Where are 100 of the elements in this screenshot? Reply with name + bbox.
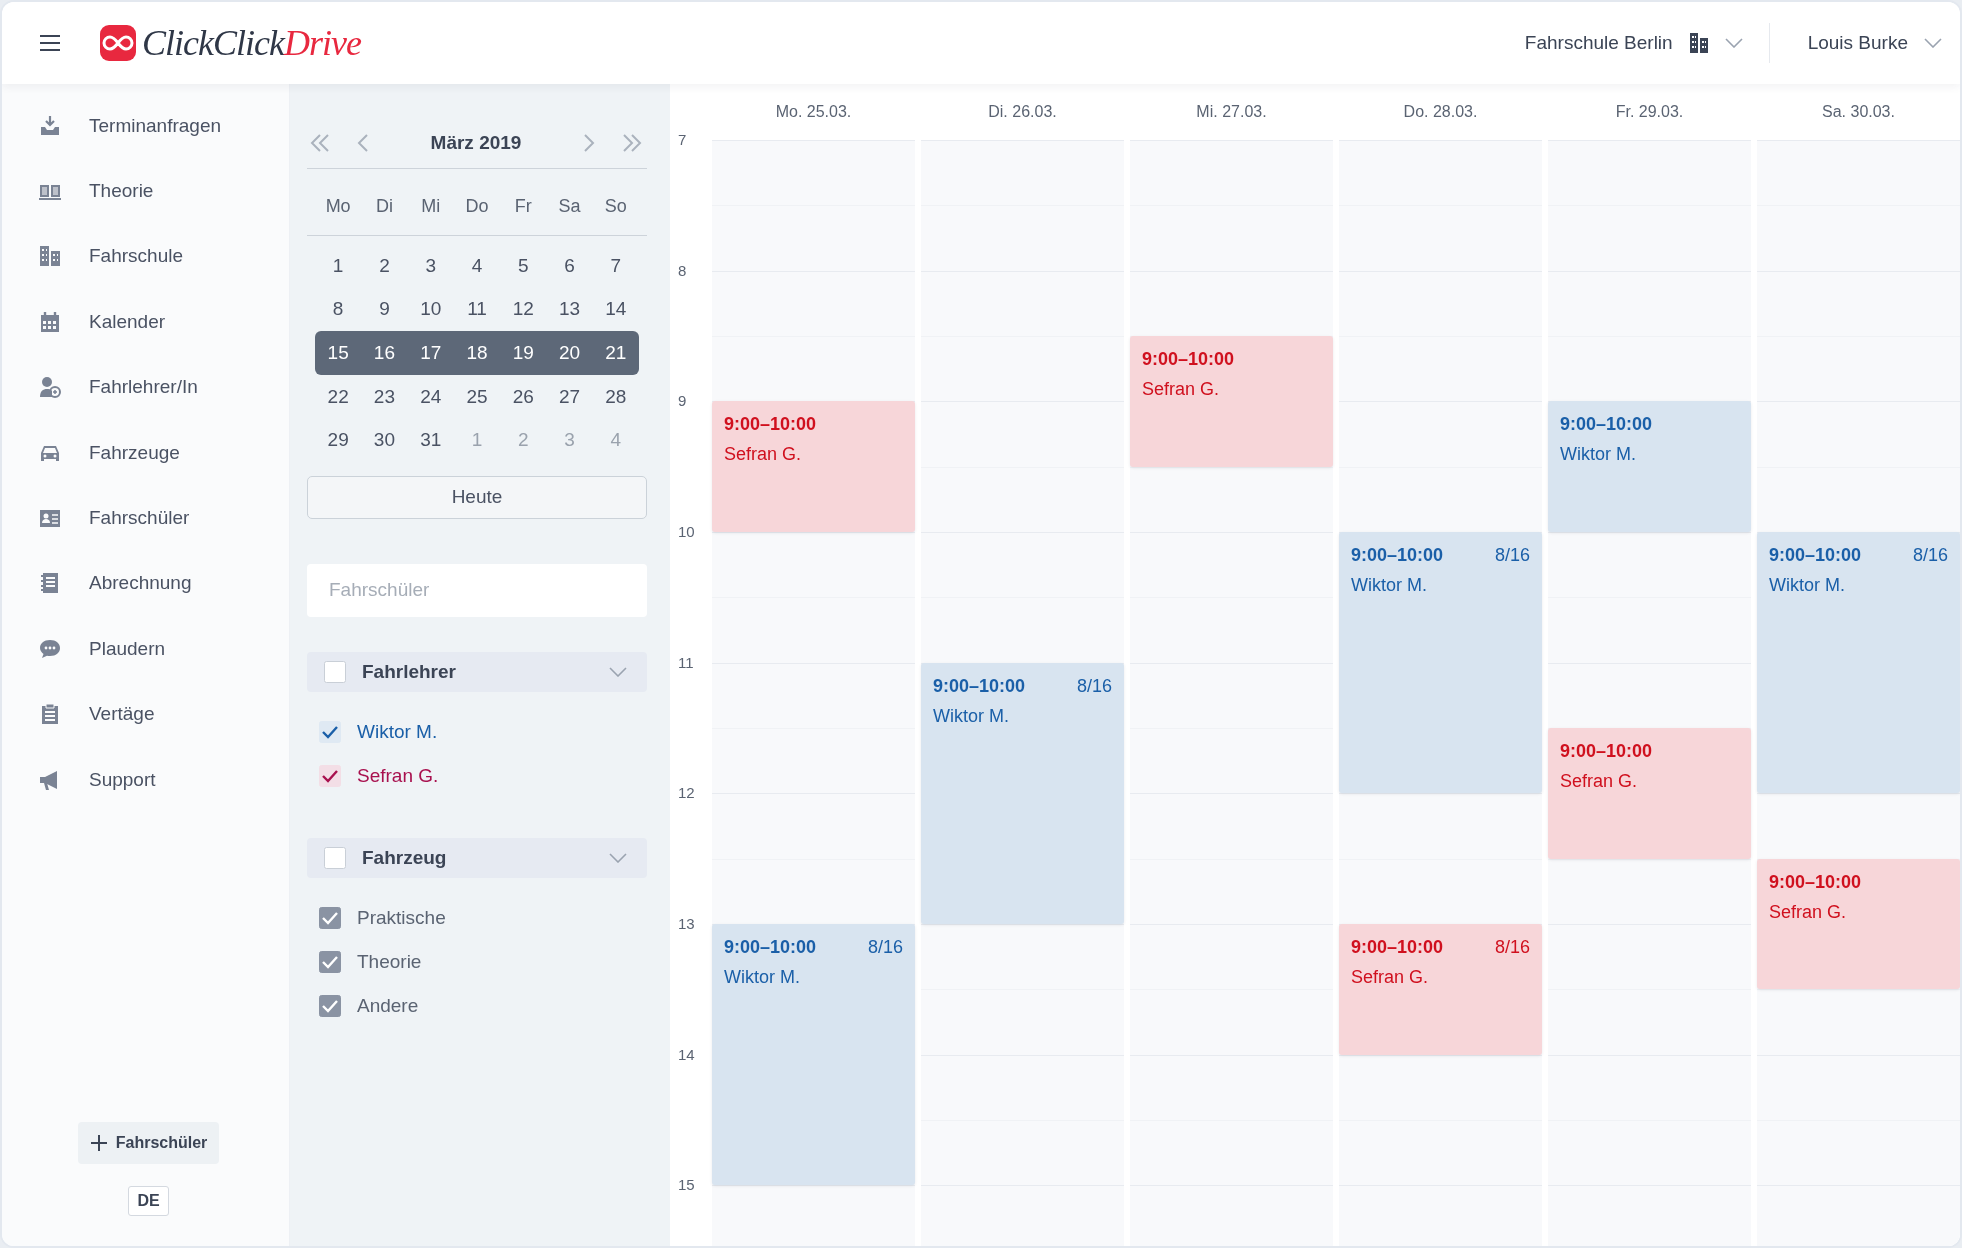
lesson-card[interactable]: 9:00–10:00 8/16 Sefran G. (1339, 923, 1542, 1055)
date-cell[interactable]: 15 (315, 342, 362, 364)
lesson-card[interactable]: 9:00–10:00 Wiktor M. (1548, 401, 1751, 532)
date-cell[interactable]: 18 (453, 342, 501, 364)
sidebar-item[interactable]: Fahrschule (2, 223, 289, 290)
filter-group-title: Fahrzeug (362, 846, 447, 869)
date-cell[interactable]: 7 (592, 254, 639, 277)
date-cell[interactable]: 28 (592, 385, 639, 408)
date-cell[interactable]: 22 (315, 385, 362, 408)
weekday-label: Mi (420, 195, 442, 217)
ledger-icon (39, 572, 61, 595)
double-chevron-right-icon (621, 133, 643, 153)
date-cell[interactable]: 21 (592, 342, 639, 364)
hour-label: 14 (677, 1044, 696, 1065)
lesson-card[interactable]: 9:00–10:00 Sefran G. (1130, 336, 1333, 467)
chevron-down-icon (1724, 38, 1743, 48)
hour-label: 8 (677, 260, 688, 281)
user-name[interactable]: Louis Burke (1807, 32, 1908, 54)
selected-week-row[interactable]: 15 16 17 18 19 20 21 (315, 331, 639, 375)
checkbox[interactable] (324, 660, 346, 683)
weekday-label: So (603, 195, 628, 217)
school-name[interactable]: Fahrschule Berlin (1524, 32, 1673, 54)
sidebar-item[interactable]: Fahrzeuge (2, 419, 289, 486)
filter-group-header[interactable]: Fahrlehrer (307, 651, 647, 692)
filter-option-label: Sefran G. (357, 764, 439, 787)
date-cell[interactable]: 1 (315, 254, 362, 277)
filter-group-title: Fahrlehrer (362, 660, 456, 683)
today-button[interactable]: Heute (307, 475, 647, 519)
weekday-label: Mo (324, 195, 352, 217)
date-cell[interactable]: 20 (546, 342, 593, 364)
filter-group-header[interactable]: Fahrzeug (307, 837, 647, 878)
sidebar-item[interactable]: Abrechnung (2, 550, 289, 617)
lesson-card[interactable]: 9:00–10:00 Sefran G. (1757, 858, 1960, 990)
calendar-icon (39, 310, 61, 333)
lesson-card[interactable]: 9:00–10:00 Sefran G. (1548, 727, 1751, 859)
date-cell[interactable]: 2 (361, 254, 408, 277)
date-cell[interactable]: 6 (546, 254, 593, 277)
date-cell[interactable]: 16 (361, 342, 408, 364)
lesson-card[interactable]: 9:00–10:00 8/16 Wiktor M. (1757, 531, 1960, 794)
lesson-card[interactable]: 9:00–10:00 Sefran G. (712, 401, 915, 532)
menu-icon (40, 35, 60, 51)
date-cell[interactable]: 3 (407, 254, 454, 277)
student-name: Wiktor M. (1769, 574, 1846, 596)
date-cell[interactable]: 26 (500, 385, 547, 408)
filter-option-label: Wiktor M. (357, 720, 438, 743)
id-card-icon (39, 507, 61, 530)
sidebar-item[interactable]: Vertäge (2, 681, 289, 747)
logo-wordmark: ClickClickDrive (142, 22, 361, 64)
weekday-label: Do (464, 195, 490, 217)
student-name: Sefran G. (1351, 966, 1430, 988)
checkbox[interactable] (319, 906, 341, 929)
date-cell[interactable]: 12 (500, 298, 547, 321)
lesson-card[interactable]: 9:00–10:00 8/16 Wiktor M. (921, 662, 1124, 924)
weekday-label: Fr (513, 195, 533, 217)
language-button[interactable]: DE (128, 1186, 169, 1216)
checkbox[interactable] (319, 994, 341, 1017)
sidebar-item[interactable]: Plaudern (2, 616, 289, 682)
date-cell[interactable]: 24 (407, 385, 454, 408)
date-cell[interactable]: 23 (361, 385, 408, 408)
date-cell[interactable]: 30 (361, 429, 408, 452)
sidebar-item[interactable]: Theorie (2, 158, 289, 224)
tray-download-icon (39, 114, 61, 137)
lesson-count: 8/16 (1494, 544, 1530, 566)
date-cell[interactable]: 27 (546, 385, 593, 408)
chevron-down-icon (609, 852, 627, 863)
sidebar-item[interactable]: Fahrlehrer/In (2, 354, 289, 420)
search-field[interactable]: Fahrschüler (307, 563, 647, 617)
date-cell[interactable]: 8 (315, 298, 362, 321)
date-cell[interactable]: 4 (453, 254, 501, 277)
day-header: Fr. 29.03. (1614, 103, 1685, 121)
student-name: Wiktor M. (724, 966, 801, 988)
sidebar-item[interactable]: Terminanfragen (2, 93, 289, 159)
lesson-time: 9:00–10:00 (1560, 740, 1653, 762)
date-cell[interactable]: 19 (500, 342, 547, 364)
student-name: Sefran G. (724, 444, 803, 466)
sidebar-item[interactable]: Support (2, 746, 289, 813)
sidebar-item[interactable]: Kalender (2, 289, 289, 355)
checkbox[interactable] (319, 950, 341, 973)
lesson-card[interactable]: 9:00–10:00 8/16 Wiktor M. (1339, 531, 1542, 794)
date-cell[interactable]: 13 (546, 298, 593, 321)
infinity-logo-icon (100, 25, 136, 61)
hour-label: 10 (677, 521, 696, 542)
date-cell[interactable]: 25 (453, 385, 501, 408)
date-cell[interactable]: 29 (315, 429, 362, 452)
building-icon (39, 245, 61, 268)
date-cell[interactable]: 11 (453, 298, 501, 321)
date-cell[interactable]: 5 (500, 254, 547, 277)
add-student-button[interactable]: Fahrschüler (77, 1122, 220, 1164)
student-name: Wiktor M. (1351, 574, 1428, 596)
double-chevron-left-icon (309, 133, 331, 153)
building-icon (1688, 32, 1709, 54)
lesson-card[interactable]: 9:00–10:00 8/16 Wiktor M. (712, 923, 915, 1186)
date-cell[interactable]: 9 (361, 298, 408, 321)
checkbox[interactable] (324, 846, 346, 869)
date-cell[interactable]: 31 (407, 429, 454, 452)
date-cell[interactable]: 10 (407, 298, 454, 321)
sidebar-item[interactable]: Fahrschüler (2, 485, 289, 551)
date-cell[interactable]: 14 (592, 298, 639, 321)
chevron-down-icon (1924, 38, 1942, 48)
date-cell[interactable]: 17 (407, 342, 454, 364)
